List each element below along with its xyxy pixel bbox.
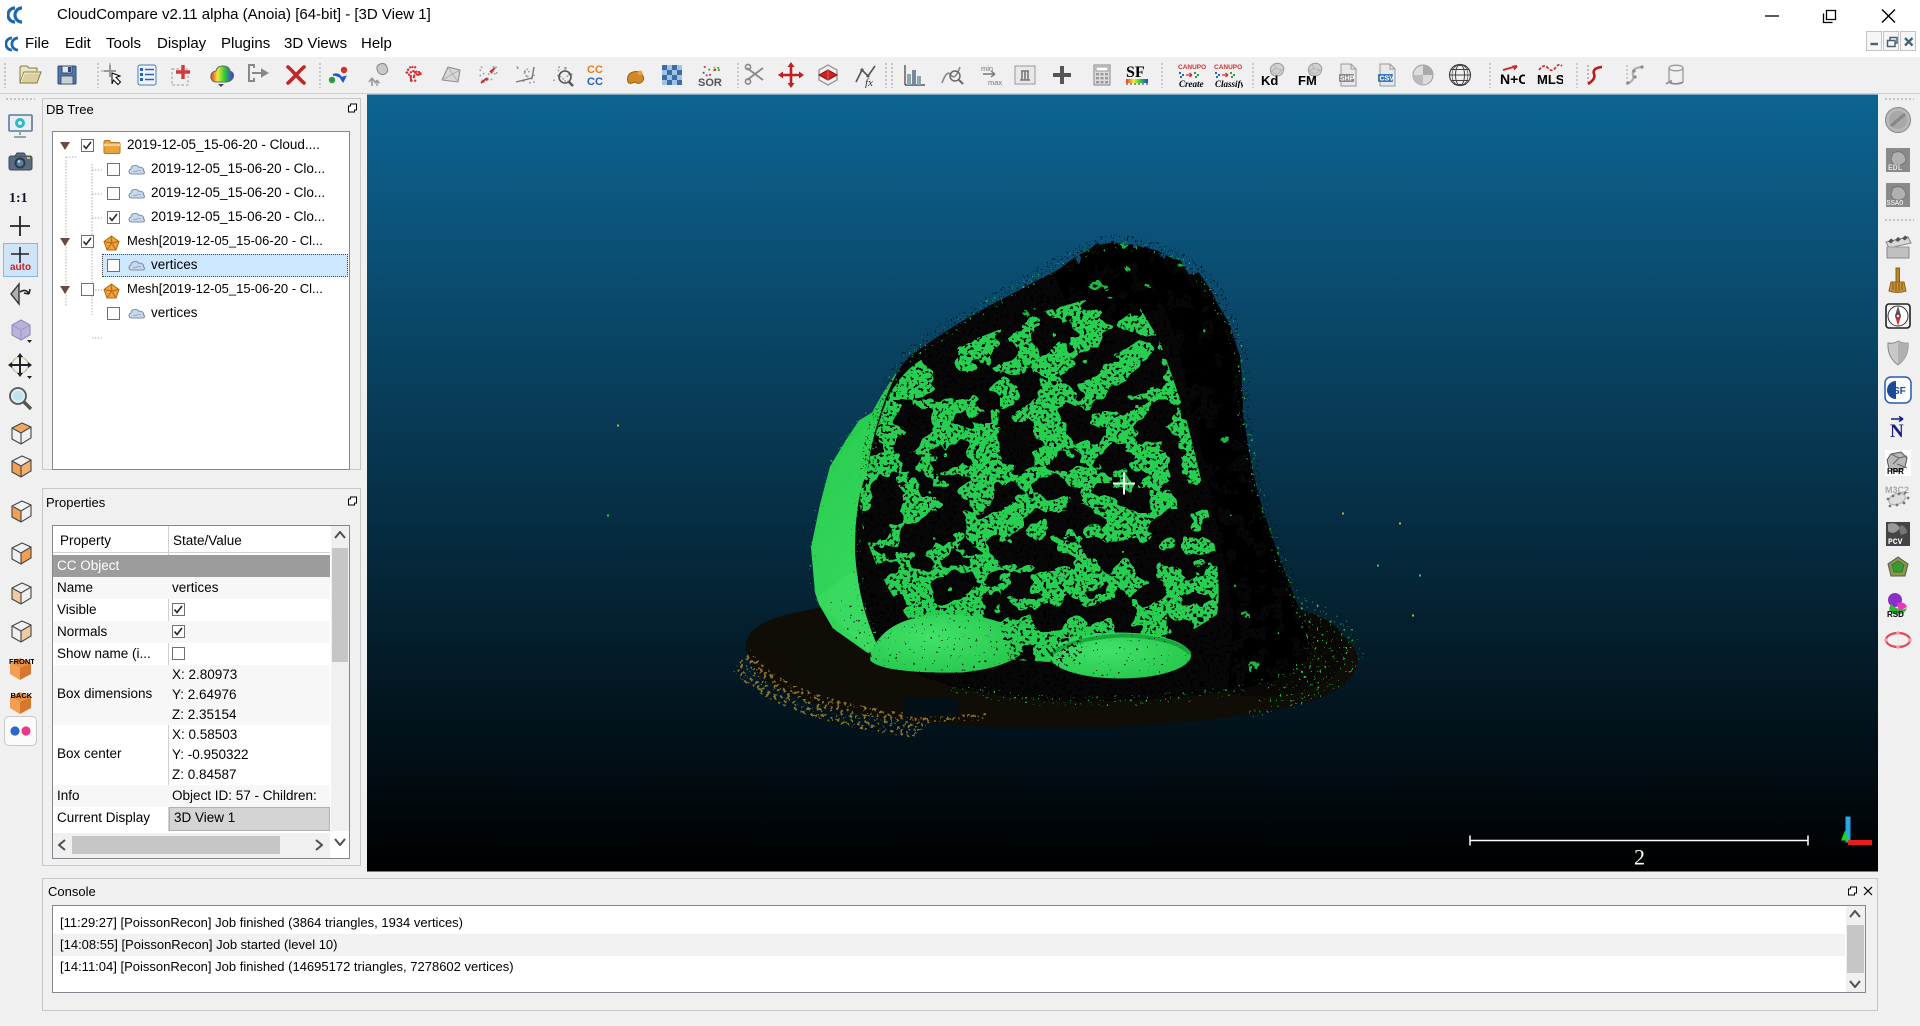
svg-text:FRONT: FRONT (9, 657, 34, 666)
svg-text:max: max (988, 78, 1002, 87)
svg-text:SHP: SHP (1340, 76, 1355, 83)
svg-text:FM: FM (1298, 73, 1317, 88)
svg-text:Create: Create (1179, 79, 1204, 88)
svg-text:1:1: 1:1 (9, 191, 28, 206)
svg-text:BACK: BACK (11, 691, 33, 700)
svg-text:PCV: PCV (1888, 538, 1903, 547)
svg-text:Classify: Classify (1215, 79, 1243, 88)
svg-text:SF: SF (1893, 386, 1906, 397)
svg-text:CANUPO: CANUPO (1178, 64, 1206, 71)
svg-text:CANUPO: CANUPO (1214, 64, 1242, 71)
svg-text:EDL: EDL (1888, 164, 1903, 173)
svg-text:fx: fx (865, 77, 873, 88)
svg-text:MLS: MLS (1537, 72, 1563, 87)
svg-text:CC: CC (587, 64, 603, 76)
svg-text:CSV: CSV (1380, 76, 1395, 83)
svg-text:auto: auto (10, 262, 31, 272)
svg-text:N: N (1890, 421, 1904, 442)
svg-text:N+C: N+C (1500, 71, 1525, 87)
svg-text:2: 2 (1634, 845, 1645, 870)
svg-text:CC: CC (587, 76, 603, 88)
svg-text:Kd: Kd (1261, 73, 1278, 88)
svg-text:HPR: HPR (1887, 467, 1904, 476)
svg-text:SOR: SOR (698, 77, 722, 88)
svg-text:SSAO: SSAO (1887, 200, 1904, 208)
svg-text:SF: SF (1126, 64, 1145, 81)
svg-text:RSD: RSD (1887, 610, 1904, 619)
